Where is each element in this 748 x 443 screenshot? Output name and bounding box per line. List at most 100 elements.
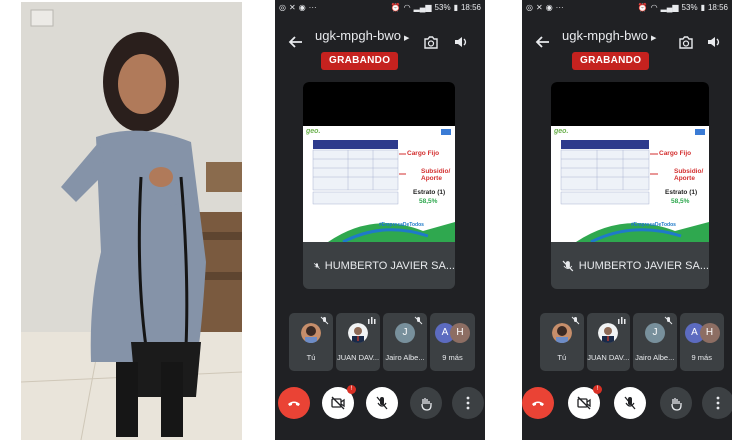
alarm-icon: ⏰	[637, 2, 648, 12]
hangup-icon	[288, 401, 300, 406]
participant-tile-self[interactable]: Tú	[540, 313, 584, 371]
participant-name: Tú	[557, 353, 567, 362]
mic-off-icon	[376, 396, 388, 410]
avatar-initial: J	[395, 323, 415, 343]
audio-level-icon	[368, 317, 376, 324]
slide-graphic	[560, 129, 709, 242]
participant-tile-self[interactable]: Tú	[289, 313, 333, 371]
stage-footer: HUMBERTO JAVIER SA...	[303, 242, 455, 289]
back-arrow-icon[interactable]	[534, 33, 552, 51]
raise-hand-button[interactable]	[410, 387, 442, 419]
avatar-initial: H	[699, 323, 720, 343]
participant-tile-jairo[interactable]: J Jairo Albe...	[383, 313, 427, 371]
participant-name: Jairo Albe...	[385, 353, 425, 362]
participant-name: 9 más	[442, 353, 463, 362]
status-bar: ◎ ✕ ◉ ··· ⏰ ◠ ▂▄▆ 53% ▮ 18:56	[522, 0, 732, 14]
phone-screen-1: ◎ ✕ ◉ ··· ⏰ ◠ ▂▄▆ 53% ▮ 18:56 ugk-mpgh-b…	[275, 0, 485, 440]
participant-strip: Tú JUAN DAV... J Jairo Albe... A H 9 más	[289, 313, 477, 373]
speaker-icon[interactable]	[451, 32, 471, 52]
slide-label-subsidio: Subsidio/ Aporte	[674, 168, 704, 182]
photo-girl	[21, 2, 242, 440]
slide-footer: #EmpresaDeTodos	[631, 222, 676, 228]
battery-icon: ▮	[453, 2, 458, 12]
participant-name: JUAN DAV...	[587, 353, 630, 362]
shared-slide: geo. Cargo Fijo Subsidio/ Aporte Estrato…	[551, 126, 709, 242]
avatar-initial: J	[645, 323, 665, 343]
chevron-right-icon: ▶	[651, 35, 657, 42]
mic-off-icon	[320, 316, 329, 325]
more-notifications-icon: ···	[555, 2, 564, 12]
avatar	[598, 323, 619, 343]
call-controls: !	[275, 381, 485, 425]
missed-call-icon: ✕	[288, 2, 296, 12]
slide-footer: #EmpresaDeTodos	[379, 222, 424, 228]
hand-icon	[671, 398, 682, 411]
switch-camera-icon[interactable]	[421, 32, 441, 52]
raise-hand-button[interactable]	[660, 387, 692, 419]
mic-off-icon	[414, 316, 423, 325]
audio-level-icon	[618, 317, 626, 324]
speaker-icon[interactable]	[704, 32, 724, 52]
recording-badge: GRABANDO	[572, 52, 650, 70]
participant-name: Tú	[306, 353, 316, 362]
whatsapp-icon: ◎	[526, 2, 533, 12]
slide-label-subsidio: Subsidio/ Aporte	[421, 168, 451, 182]
presenter-name: HUMBERTO JAVIER SA...	[324, 259, 455, 272]
camera-toggle-button[interactable]: !	[322, 385, 356, 419]
messenger-icon: ◉	[298, 2, 306, 12]
alarm-icon: ⏰	[390, 2, 401, 12]
back-arrow-icon[interactable]	[287, 33, 305, 51]
participant-name: 9 más	[691, 353, 712, 362]
hangup-button[interactable]	[522, 387, 554, 419]
mic-toggle-button[interactable]	[366, 387, 398, 419]
presenter-name: HUMBERTO JAVIER SA...	[578, 259, 709, 272]
video-warning-badge: !	[347, 385, 356, 394]
mic-toggle-button[interactable]	[614, 387, 646, 419]
recording-badge: GRABANDO	[321, 52, 399, 70]
more-vert-icon	[716, 396, 720, 410]
battery-percent: 53%	[681, 2, 698, 12]
call-controls: !	[522, 381, 732, 425]
hangup-icon	[532, 401, 544, 406]
participant-tile-more[interactable]: A H 9 más	[679, 313, 724, 371]
meeting-code[interactable]: ugk-mpgh-bwo ▶	[562, 28, 656, 43]
stage-letterbox	[303, 82, 455, 126]
main-stage[interactable]: geo. Cargo Fijo Subsidio/ Aporte Estrato…	[303, 82, 455, 289]
switch-camera-icon[interactable]	[676, 32, 696, 52]
girl-photo-image	[21, 2, 242, 440]
stage-letterbox	[551, 82, 709, 126]
battery-icon: ▮	[700, 2, 705, 12]
more-options-button[interactable]	[702, 387, 732, 419]
messenger-icon: ◉	[545, 2, 553, 12]
wifi-icon: ◠	[403, 2, 411, 12]
slide-label-cargo: Cargo Fijo	[407, 150, 440, 157]
wifi-icon: ◠	[650, 2, 658, 12]
slide-label-cargo: Cargo Fijo	[659, 150, 692, 157]
mic-off-icon	[562, 260, 574, 271]
mic-off-icon	[664, 316, 672, 325]
avatar	[348, 323, 368, 343]
participant-tile-juan[interactable]: JUAN DAV...	[586, 313, 630, 371]
main-stage[interactable]: geo. Cargo Fijo Subsidio/ Aporte Estrato…	[551, 82, 709, 289]
status-bar: ◎ ✕ ◉ ··· ⏰ ◠ ▂▄▆ 53% ▮ 18:56	[275, 0, 485, 14]
participant-tile-jairo[interactable]: J Jairo Albe...	[633, 313, 677, 371]
more-notifications-icon: ···	[308, 2, 317, 12]
slide-label-percent: 58,5%	[419, 198, 438, 205]
camera-toggle-button[interactable]: !	[568, 385, 602, 419]
stage-footer: HUMBERTO JAVIER SA...	[551, 242, 709, 289]
mic-off-icon	[571, 316, 579, 325]
more-options-button[interactable]	[452, 387, 484, 419]
meeting-code[interactable]: ugk-mpgh-bwo ▶	[315, 28, 409, 43]
participant-tile-more[interactable]: A H 9 más	[430, 313, 475, 371]
participant-tile-juan[interactable]: JUAN DAV...	[336, 313, 380, 371]
mic-off-icon	[624, 396, 636, 410]
missed-call-icon: ✕	[535, 2, 543, 12]
shared-slide: geo. Cargo Fijo Subsidio/ Aporte Estrato…	[303, 126, 455, 242]
participant-strip: Tú JUAN DAV... J Jairo Albe... A H 9 más	[540, 313, 724, 373]
video-off-icon	[331, 396, 345, 410]
chevron-right-icon: ▶	[404, 35, 410, 42]
clock: 18:56	[707, 2, 728, 12]
hangup-button[interactable]	[278, 387, 310, 419]
avatar	[551, 323, 572, 343]
clock: 18:56	[460, 2, 481, 12]
